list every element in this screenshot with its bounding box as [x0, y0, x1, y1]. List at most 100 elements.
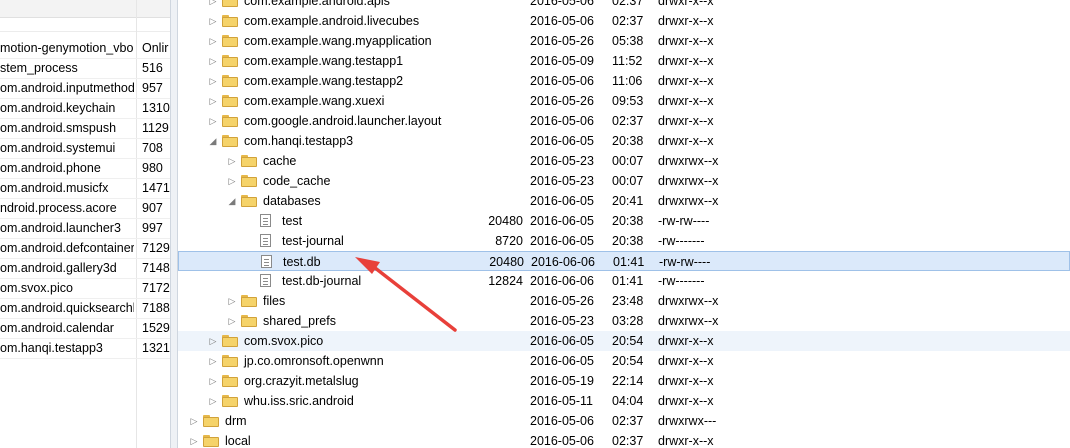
tree-row-jp-co-omronsoft-openwnn[interactable]: ▷ jp.co.omronsoft.openwnn 2016-06-05 20:54 d… [178, 351, 1070, 371]
tree-row-com-example-wang-xuexi[interactable]: ▷ com.example.wang.xuexi 2016-05-26 09:53 dr… [178, 91, 1070, 111]
entry-time: 22:14 [612, 374, 644, 388]
tree-row-com-svox-pico[interactable]: ▷ com.svox.pico 2016-06-05 20:54 drwxr-x--x [178, 331, 1070, 351]
process-row[interactable]: om.android.inputmethod 957 [0, 78, 170, 99]
entry-name: test.db-journal [282, 274, 362, 288]
tree-row-files[interactable]: ▷ files 2016-05-26 23:48 drwxrwx--x [178, 291, 1070, 311]
folder-icon [222, 395, 238, 407]
collapsed-arrow-icon[interactable]: ▷ [227, 151, 237, 171]
process-id: 708 [142, 141, 163, 155]
process-id: 1310 [142, 101, 170, 115]
process-name: om.android.phone [0, 161, 101, 175]
tree-row-com-hanqi-testapp3[interactable]: ◢ com.hanqi.testapp3 2016-06-05 20:38 drwxr-… [178, 131, 1070, 151]
collapsed-arrow-icon[interactable]: ▷ [208, 11, 218, 31]
collapsed-arrow-icon[interactable]: ▷ [189, 431, 199, 448]
entry-permissions: drwxr-x--x [658, 374, 714, 388]
tree-row-test-journal[interactable]: test-journal 8720 2016-06-05 20:38 -rw------… [178, 231, 1070, 251]
collapsed-arrow-icon[interactable]: ▷ [208, 31, 218, 51]
collapsed-arrow-icon[interactable]: ▷ [227, 291, 237, 311]
process-row[interactable]: om.android.phone 980 [0, 158, 170, 179]
collapsed-arrow-icon[interactable]: ▷ [208, 0, 218, 11]
entry-time: 00:07 [612, 174, 644, 188]
collapsed-arrow-icon[interactable]: ▷ [208, 51, 218, 71]
process-id: 997 [142, 221, 163, 235]
process-row[interactable]: om.android.systemui 708 [0, 138, 170, 159]
entry-date: 2016-06-06 [530, 274, 594, 288]
tree-row-whu-iss-sric-android[interactable]: ▷ whu.iss.sric.android 2016-05-11 04:04 drwx… [178, 391, 1070, 411]
tree-row-shared-prefs[interactable]: ▷ shared_prefs 2016-05-23 03:28 drwxrwx--x [178, 311, 1070, 331]
tree-row-test[interactable]: test 20480 2016-06-05 20:38 -rw-rw---- [178, 211, 1070, 231]
process-name: om.android.keychain [0, 101, 116, 115]
entry-permissions: drwxr-x--x [658, 114, 714, 128]
entry-permissions: drwxr-x--x [658, 34, 714, 48]
entry-name: org.crazyit.metalslug [244, 374, 359, 388]
process-row[interactable]: om.svox.pico 7172 [0, 278, 170, 299]
tree-row-com-example-wang-myapplication[interactable]: ▷ com.example.wang.myapplication 2016-05-2… [178, 31, 1070, 51]
process-id: 1321 [142, 341, 170, 355]
collapsed-arrow-icon[interactable]: ▷ [208, 91, 218, 111]
folder-icon [222, 135, 238, 147]
tree-row-drm[interactable]: ▷ drm 2016-05-06 02:37 drwxrwx--- [178, 411, 1070, 431]
process-id: 7129 [142, 241, 170, 255]
process-row[interactable]: om.android.defcontainer 7129 [0, 238, 170, 259]
process-row[interactable]: om.android.quicksearchb 7188 [0, 298, 170, 319]
tree-row-com-example-wang-testapp2[interactable]: ▷ com.example.wang.testapp2 2016-05-06 11:0… [178, 71, 1070, 91]
process-row[interactable]: motion-genymotion_vbo Onlir [0, 38, 170, 59]
process-row[interactable]: stem_process 516 [0, 58, 170, 79]
process-row[interactable]: om.android.gallery3d 7148 [0, 258, 170, 279]
entry-date: 2016-05-09 [530, 54, 594, 68]
tree-row-com-google-android-launcher-layout[interactable]: ▷ com.google.android.launcher.layout 2016-… [178, 111, 1070, 131]
collapsed-arrow-icon[interactable]: ▷ [208, 391, 218, 411]
process-row[interactable]: om.android.launcher3 997 [0, 218, 170, 239]
tree-row-com-example-wang-testapp1[interactable]: ▷ com.example.wang.testapp1 2016-05-09 11:5… [178, 51, 1070, 71]
tree-row-test-db-journal[interactable]: test.db-journal 12824 2016-06-06 01:41 -rw--… [178, 271, 1070, 291]
entry-time: 20:41 [612, 194, 644, 208]
expanded-arrow-icon[interactable]: ◢ [208, 131, 218, 151]
entry-date: 2016-06-05 [530, 234, 594, 248]
tree-row-cache[interactable]: ▷ cache 2016-05-23 00:07 drwxrwx--x [178, 151, 1070, 171]
entry-name: databases [263, 194, 321, 208]
device-process-list: motion-genymotion_vbo Onlir stem_process 51… [0, 0, 170, 448]
collapsed-arrow-icon[interactable]: ▷ [189, 411, 199, 431]
tree-row-com-example-android-livecubes[interactable]: ▷ com.example.android.livecubes 2016-05-06… [178, 11, 1070, 31]
entry-size: 8720 [495, 234, 523, 248]
entry-time: 01:41 [612, 274, 644, 288]
process-name: stem_process [0, 61, 78, 75]
folder-icon [222, 115, 238, 127]
entry-time: 00:07 [612, 154, 644, 168]
process-row[interactable]: om.android.keychain 1310 [0, 98, 170, 119]
folder-icon [222, 335, 238, 347]
pane-splitter[interactable] [170, 0, 178, 448]
expanded-arrow-icon[interactable]: ◢ [227, 191, 237, 211]
entry-permissions: drwxr-x--x [658, 94, 714, 108]
collapsed-arrow-icon[interactable]: ▷ [208, 71, 218, 91]
entry-time: 11:52 [612, 54, 643, 68]
collapsed-arrow-icon[interactable]: ▷ [227, 171, 237, 191]
tree-row-code-cache[interactable]: ▷ code_cache 2016-05-23 00:07 drwxrwx--x [178, 171, 1070, 191]
entry-time: 02:37 [612, 0, 644, 8]
tree-row-test-db[interactable]: test.db 20480 2016-06-06 01:41 -rw-rw---- [178, 251, 1070, 271]
collapsed-arrow-icon[interactable]: ▷ [208, 351, 218, 371]
folder-icon [203, 415, 219, 427]
process-row[interactable]: om.android.musicfx 1471 [0, 178, 170, 199]
entry-name: cache [263, 154, 297, 168]
entry-permissions: drwxrwx--x [658, 154, 719, 168]
folder-icon [241, 175, 257, 187]
entry-date: 2016-05-23 [530, 154, 594, 168]
entry-permissions: drwxrwx--x [658, 314, 719, 328]
entry-name: com.hanqi.testapp3 [244, 134, 354, 148]
tree-row-com-example-android-apis[interactable]: ▷ com.example.android.apis 2016-05-06 02:37… [178, 0, 1070, 11]
tree-row-org-crazyit-metalslug[interactable]: ▷ org.crazyit.metalslug 2016-05-19 22:14 drw… [178, 371, 1070, 391]
collapsed-arrow-icon[interactable]: ▷ [227, 311, 237, 331]
collapsed-arrow-icon[interactable]: ▷ [208, 111, 218, 131]
collapsed-arrow-icon[interactable]: ▷ [208, 331, 218, 351]
tree-row-local[interactable]: ▷ local 2016-05-06 02:37 drwxr-x--x [178, 431, 1070, 448]
entry-permissions: -rw-rw---- [659, 255, 711, 269]
folder-icon [241, 295, 257, 307]
collapsed-arrow-icon[interactable]: ▷ [208, 371, 218, 391]
process-row[interactable]: om.android.calendar 1529 [0, 318, 170, 339]
process-row[interactable]: ndroid.process.acore 907 [0, 198, 170, 219]
folder-icon [222, 55, 238, 67]
tree-row-databases[interactable]: ◢ databases 2016-06-05 20:41 drwxrwx--x [178, 191, 1070, 211]
process-row[interactable]: om.android.smspush 1129 [0, 118, 170, 139]
process-row[interactable]: om.hanqi.testapp3 1321 [0, 338, 170, 359]
